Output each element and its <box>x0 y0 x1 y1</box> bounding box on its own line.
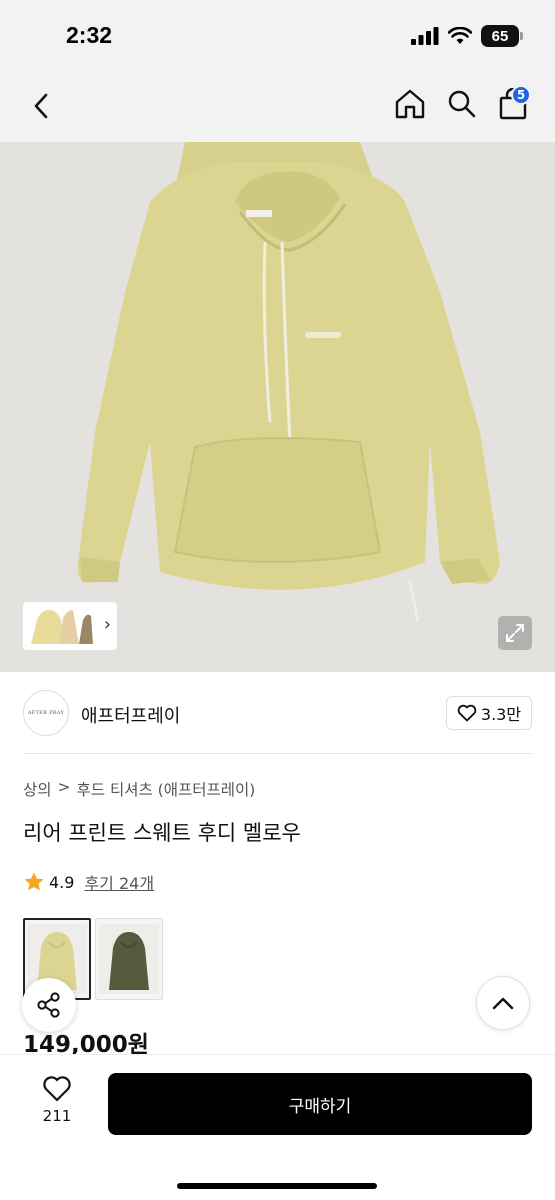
wishlist-button[interactable]: 211 <box>30 1075 84 1135</box>
buy-button[interactable]: 구매하기 <box>108 1073 532 1135</box>
rating-row: 4.9 후기 24개 <box>23 870 154 894</box>
product-image[interactable]: › <box>0 142 555 672</box>
status-bar: 2:32 65 <box>0 0 555 70</box>
home-indicator <box>177 1183 377 1189</box>
wifi-icon <box>448 27 472 44</box>
review-count-link[interactable]: 후기 24개 <box>84 870 154 894</box>
battery-icon: 65 <box>481 25 523 47</box>
product-title: 리어 프린트 스웨트 후디 멜로우 <box>23 821 301 845</box>
color-option-olive[interactable] <box>95 918 163 1000</box>
scroll-top-button[interactable] <box>476 976 530 1030</box>
search-icon <box>448 90 476 118</box>
bottom-bar: 211 구매하기 <box>0 1054 555 1200</box>
star-icon <box>24 872 44 891</box>
image-thumbnail-strip[interactable]: › <box>23 602 117 650</box>
zoom-button[interactable] <box>498 616 532 650</box>
brand-row: AFTER PRAY 애프터프레이 3.3만 <box>23 688 532 740</box>
chevron-right-icon: › <box>103 614 111 635</box>
search-button[interactable] <box>442 84 482 124</box>
share-icon <box>37 992 60 1018</box>
expand-icon <box>506 624 524 642</box>
chevron-left-icon <box>34 93 48 119</box>
hoodie-thumb-olive <box>99 924 159 994</box>
breadcrumb-subcategory[interactable]: 후드 티셔츠 (애프터프레이) <box>77 778 256 800</box>
top-nav: 5 <box>0 70 555 142</box>
cart-count-badge: 5 <box>511 85 531 105</box>
divider <box>23 753 532 754</box>
brand-logo-text: AFTER PRAY <box>27 710 65 716</box>
brand-like-count: 3.3만 <box>480 705 522 724</box>
back-button[interactable] <box>22 86 62 126</box>
brand-like-button[interactable]: 3.3만 <box>446 696 532 730</box>
thumbnail-images <box>31 610 93 644</box>
breadcrumb-category[interactable]: 상의 <box>23 778 52 800</box>
battery-level: 65 <box>491 27 509 45</box>
chevron-up-icon <box>492 997 514 1010</box>
rating-value: 4.9 <box>49 872 75 892</box>
breadcrumb-separator: > <box>57 778 71 796</box>
status-icons: 65 <box>411 25 523 47</box>
home-icon <box>395 89 425 119</box>
brand-name[interactable]: 애프터프레이 <box>81 702 180 728</box>
brand-logo[interactable]: AFTER PRAY <box>23 690 69 736</box>
share-button[interactable] <box>22 978 76 1032</box>
breadcrumb: 상의 > 후드 티셔츠 (애프터프레이) <box>23 778 255 800</box>
cart-button[interactable]: 5 <box>493 84 533 124</box>
wishlist-count: 211 <box>42 1107 72 1125</box>
signal-icon <box>411 27 439 45</box>
heart-icon <box>43 1076 71 1102</box>
home-button[interactable] <box>390 84 430 124</box>
hoodie-image <box>0 142 555 672</box>
status-time: 2:32 <box>66 22 113 48</box>
heart-icon <box>457 704 477 722</box>
